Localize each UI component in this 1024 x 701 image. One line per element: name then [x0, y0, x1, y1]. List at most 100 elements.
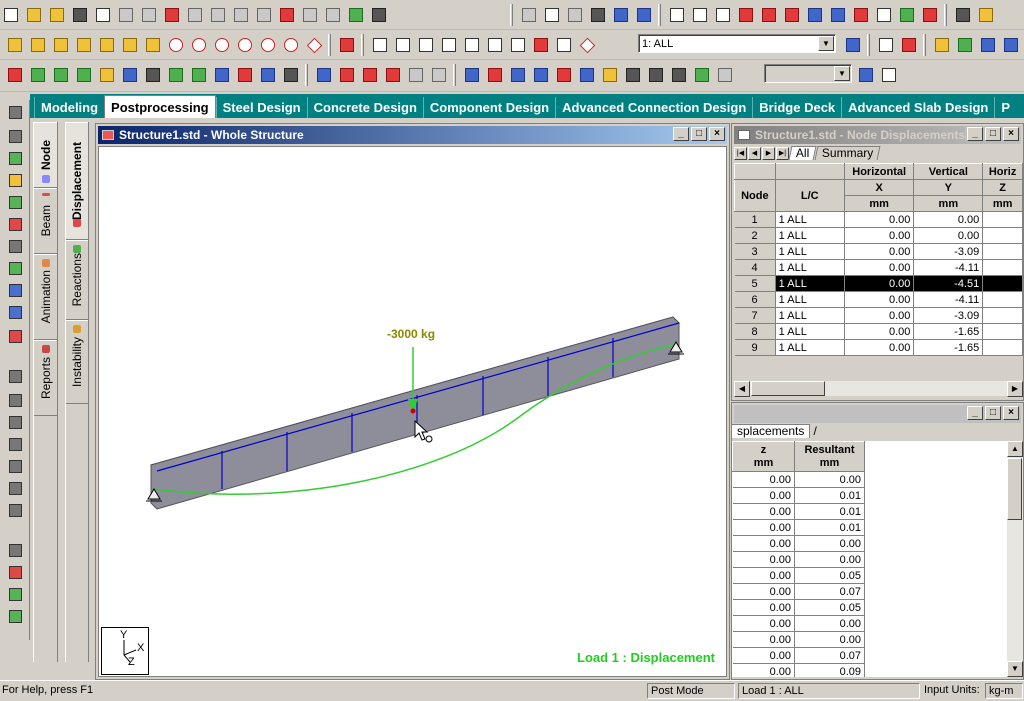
row-header-node[interactable]: 3: [734, 243, 776, 260]
zoom-extents-icon[interactable]: [507, 34, 529, 56]
cell-z[interactable]: 0.00: [732, 615, 795, 632]
view-cube-4-icon[interactable]: [73, 34, 95, 56]
selection-filter-icon[interactable]: [5, 540, 25, 560]
table-row[interactable]: 0.00 0.00: [732, 615, 865, 632]
horizontal-scrollbar[interactable]: ◀ ▶: [734, 380, 1023, 397]
label-icon[interactable]: [850, 4, 872, 26]
cell-z[interactable]: 0.00: [732, 599, 795, 616]
cell-y[interactable]: -4.51: [913, 275, 984, 292]
cell-z[interactable]: 0.00: [732, 535, 795, 552]
table-icon[interactable]: [165, 64, 187, 86]
page-tab-bridge-deck[interactable]: Bridge Deck: [752, 97, 841, 118]
group-header-horizontal[interactable]: Horizontal: [843, 163, 915, 180]
export-view-icon[interactable]: [610, 4, 632, 26]
scroll-right-button[interactable]: ▶: [1007, 381, 1023, 397]
zoom-all-icon[interactable]: [461, 34, 483, 56]
intersect-icon[interactable]: [359, 64, 381, 86]
page-tab-p[interactable]: P: [994, 97, 1016, 118]
scroll-left-button[interactable]: ◀: [734, 381, 750, 397]
cell-lc[interactable]: 1 ALL: [775, 275, 845, 292]
cell-y[interactable]: -4.11: [913, 259, 984, 276]
row-header-node[interactable]: 7: [734, 307, 776, 324]
rotate-x-icon[interactable]: [165, 34, 187, 56]
table-row[interactable]: 21 ALL 0.00 0.00: [734, 227, 1023, 244]
fy-icon[interactable]: [484, 64, 506, 86]
col-header-z[interactable]: Z: [982, 179, 1023, 196]
side-tab-reactions[interactable]: Reactions: [66, 240, 88, 320]
cell-x[interactable]: 0.00: [844, 291, 915, 308]
take-picture-icon[interactable]: [564, 4, 586, 26]
view-window-icon[interactable]: [855, 64, 877, 86]
display-beam-icon[interactable]: [712, 4, 734, 26]
table-row[interactable]: 0.00 0.05: [732, 567, 865, 584]
rotate-z-icon[interactable]: [211, 34, 233, 56]
print-current-view-icon[interactable]: [518, 4, 540, 26]
table-row[interactable]: 31 ALL 0.00 -3.09: [734, 243, 1023, 260]
cell-x[interactable]: 0.00: [844, 227, 915, 244]
shade-3-icon[interactable]: [668, 64, 690, 86]
next-sheet-button[interactable]: ▶: [762, 146, 775, 160]
measure-icon[interactable]: [735, 4, 757, 26]
node-label-icon[interactable]: [5, 366, 25, 386]
table-row[interactable]: 0.00 0.09: [732, 663, 865, 677]
new-file-icon[interactable]: [0, 4, 22, 26]
cell-resultant[interactable]: 0.01: [794, 503, 865, 520]
cell-y[interactable]: -3.09: [913, 243, 984, 260]
copy-icon[interactable]: [92, 4, 114, 26]
members-icon[interactable]: [5, 302, 25, 322]
cell-x[interactable]: 0.00: [844, 339, 915, 356]
what-is-this-icon[interactable]: [878, 64, 900, 86]
cell-y[interactable]: -3.09: [913, 307, 984, 324]
spreadsheet-icon[interactable]: [188, 64, 210, 86]
group-header-horizontal-z[interactable]: Horiz: [982, 163, 1023, 180]
minimize-button[interactable]: _: [967, 406, 983, 420]
hammer-icon[interactable]: [368, 4, 390, 26]
maximize-button[interactable]: □: [985, 127, 1001, 141]
paste-icon[interactable]: [138, 4, 160, 26]
table-row[interactable]: 0.00 0.00: [732, 631, 865, 648]
col-header-node[interactable]: Node: [734, 179, 776, 212]
mx-icon[interactable]: [530, 64, 552, 86]
chevron-down-icon[interactable]: ▼: [818, 36, 834, 51]
row-header-node[interactable]: 8: [734, 323, 776, 340]
print-preview-icon[interactable]: [541, 4, 563, 26]
cell-z[interactable]: 0.00: [732, 647, 795, 664]
vertical-scrollbar[interactable]: ▲ ▼: [1007, 441, 1023, 677]
table-row[interactable]: 0.00 0.00: [732, 471, 865, 488]
table-row[interactable]: 91 ALL 0.00 -1.65: [734, 339, 1023, 356]
minimize-button[interactable]: _: [967, 127, 983, 141]
row-header-node[interactable]: 4: [734, 259, 776, 276]
surface-cursor-icon[interactable]: [96, 64, 118, 86]
dimension-icon[interactable]: [666, 4, 688, 26]
cell-z-partial[interactable]: [982, 323, 1023, 340]
cell-resultant[interactable]: 0.05: [794, 567, 865, 584]
nodes-cursor-icon[interactable]: [5, 126, 25, 146]
maximize-button[interactable]: □: [691, 127, 707, 141]
cell-z[interactable]: 0.00: [732, 471, 795, 488]
cell-x[interactable]: 0.00: [844, 259, 915, 276]
beam-cursor-icon[interactable]: [4, 64, 26, 86]
cell-resultant[interactable]: 0.00: [794, 535, 865, 552]
view-cube-3-icon[interactable]: [50, 34, 72, 56]
zoom-in-icon[interactable]: [369, 34, 391, 56]
deflection-icon[interactable]: [898, 34, 920, 56]
cell-y[interactable]: 0.00: [913, 227, 984, 244]
tab-displacements[interactable]: splacements: [732, 424, 811, 438]
tab-all[interactable]: All: [788, 146, 817, 160]
structure-canvas[interactable]: -3000 kg Load 1 : Displacement Y X Z: [98, 146, 727, 677]
view-cube-7-icon[interactable]: [142, 34, 164, 56]
rotate-icon[interactable]: [827, 4, 849, 26]
scroll-thumb[interactable]: [751, 381, 825, 396]
renumber-icon[interactable]: [382, 64, 404, 86]
color-icon[interactable]: [977, 34, 999, 56]
arc-icon[interactable]: [875, 34, 897, 56]
cell-z[interactable]: 0.00: [732, 487, 795, 504]
pan-icon[interactable]: [530, 34, 552, 56]
open-structure-icon[interactable]: [46, 4, 68, 26]
beams-cursor-icon[interactable]: [5, 148, 25, 168]
solids-cursor-icon[interactable]: [5, 214, 25, 234]
page-tab-concrete-design[interactable]: Concrete Design: [306, 97, 423, 118]
node-displacements-titlebar[interactable]: Structure1.std - Node Displacements: _ □…: [734, 126, 1021, 144]
col-header-x[interactable]: X: [843, 179, 915, 196]
undo-list-icon[interactable]: [207, 4, 229, 26]
